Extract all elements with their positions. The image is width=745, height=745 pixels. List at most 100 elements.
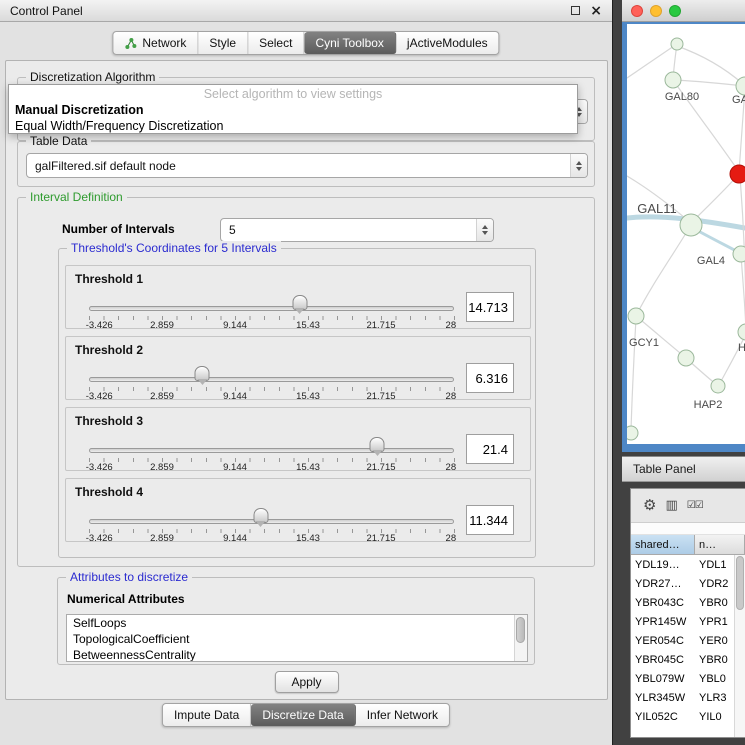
float-window-icon[interactable] bbox=[571, 6, 580, 15]
close-traffic-light-icon[interactable] bbox=[631, 5, 643, 17]
slider-thumb[interactable] bbox=[195, 366, 210, 385]
network-canvas[interactable]: GAL80GAGAL11GAL4GCY1HHAP2 bbox=[627, 24, 745, 444]
threshold-4-panel: Threshold 4 -3.4262.8599.14415.4321.7152… bbox=[65, 478, 531, 542]
tab-impute-data[interactable]: Impute Data bbox=[163, 704, 251, 726]
network-edge[interactable] bbox=[637, 225, 691, 314]
slider-scale-label: 21.715 bbox=[366, 462, 395, 473]
network-window-titlebar[interactable] bbox=[622, 0, 745, 22]
table-browser-window: ⚙ ▥ ☑☑ shared… n… YDL19…YDL1YDR27…YDR2YB… bbox=[630, 488, 745, 738]
number-of-intervals-label: Number of Intervals bbox=[62, 222, 175, 236]
threshold-value-field[interactable]: 21.4 bbox=[466, 434, 514, 464]
network-node[interactable] bbox=[733, 246, 745, 262]
table-row[interactable]: YLR345WYLR3 bbox=[631, 688, 745, 707]
table-scrollbar[interactable] bbox=[734, 555, 745, 737]
threshold-slider[interactable] bbox=[89, 304, 454, 314]
network-canvas-svg[interactable]: GAL80GAGAL11GAL4GCY1HHAP2 bbox=[627, 24, 745, 444]
gear-icon[interactable]: ⚙ bbox=[643, 498, 656, 513]
network-node[interactable] bbox=[627, 426, 638, 440]
threshold-label: Threshold 1 bbox=[75, 272, 143, 286]
tab-style[interactable]: Style bbox=[198, 32, 248, 54]
network-node-label: GAL4 bbox=[697, 255, 725, 267]
table-header-row: shared… n… bbox=[631, 535, 745, 555]
number-of-intervals-value: 5 bbox=[229, 223, 236, 237]
close-icon[interactable]: × bbox=[590, 4, 602, 18]
tab-label: jActiveModules bbox=[407, 36, 488, 50]
threshold-slider[interactable] bbox=[89, 517, 454, 527]
table-data-select[interactable]: galFiltered.sif default node bbox=[26, 153, 588, 178]
table-row[interactable]: YER054CYER0 bbox=[631, 631, 745, 650]
slider-track bbox=[89, 448, 454, 453]
table-row[interactable]: YBR043CYBR0 bbox=[631, 593, 745, 612]
zoom-traffic-light-icon[interactable] bbox=[669, 5, 681, 17]
network-edge[interactable] bbox=[673, 80, 745, 86]
network-edge[interactable] bbox=[631, 318, 636, 431]
apply-button[interactable]: Apply bbox=[274, 671, 338, 693]
slider-thumb[interactable] bbox=[253, 508, 268, 527]
attribute-list-item[interactable]: SelfLoops bbox=[67, 615, 527, 631]
attribute-list-item[interactable]: TopologicalCoefficient bbox=[67, 631, 527, 647]
network-node[interactable] bbox=[680, 214, 702, 236]
slider-thumb[interactable] bbox=[370, 437, 385, 456]
tab-discretize-data[interactable]: Discretize Data bbox=[251, 704, 355, 726]
network-node[interactable] bbox=[711, 379, 725, 393]
column-header-shared-name[interactable]: shared… bbox=[631, 535, 695, 555]
minimize-traffic-light-icon[interactable] bbox=[650, 5, 662, 17]
popup-option-manual-discretization[interactable]: Manual Discretization bbox=[9, 102, 577, 118]
table-cell: YLR345W bbox=[631, 688, 695, 707]
tab-select[interactable]: Select bbox=[248, 32, 304, 54]
numerical-attributes-list[interactable]: SelfLoopsTopologicalCoefficientBetweenne… bbox=[66, 614, 528, 662]
network-edge[interactable] bbox=[691, 174, 739, 223]
table-row[interactable]: YBL079WYBL0 bbox=[631, 669, 745, 688]
tab-jactivemodules[interactable]: jActiveModules bbox=[396, 32, 499, 54]
table-panel-header[interactable]: Table Panel bbox=[622, 456, 745, 482]
table-row[interactable]: YIL052CYIL0 bbox=[631, 707, 745, 726]
threshold-value-field[interactable]: 11.344 bbox=[466, 505, 514, 535]
threshold-label: Threshold 2 bbox=[75, 343, 143, 357]
slider-track bbox=[89, 377, 454, 382]
table-spacer bbox=[631, 523, 745, 535]
network-node[interactable] bbox=[671, 38, 683, 50]
network-node[interactable] bbox=[738, 324, 745, 340]
threshold-slider[interactable] bbox=[89, 446, 454, 456]
slider-scale-label: 15.43 bbox=[296, 533, 320, 544]
tab-cyni-toolbox[interactable]: Cyni Toolbox bbox=[304, 32, 395, 54]
network-edge[interactable] bbox=[677, 46, 743, 84]
combo-stepper-icon bbox=[476, 219, 493, 241]
slider-scale-label: 21.715 bbox=[366, 320, 395, 331]
checkboxes-icon[interactable]: ☑☑ bbox=[687, 501, 703, 511]
network-view-window: GAL80GAGAL11GAL4GCY1HHAP2 bbox=[622, 0, 745, 452]
columns-icon[interactable]: ▥ bbox=[665, 499, 677, 512]
table-cell: YBR043C bbox=[631, 593, 695, 612]
network-node[interactable] bbox=[678, 350, 694, 366]
attribute-list-item[interactable]: BetweennessCentrality bbox=[67, 647, 527, 662]
table-data-group: Table Data galFiltered.sif default node bbox=[17, 141, 595, 187]
control-panel-titlebar[interactable]: Control Panel × bbox=[0, 0, 612, 22]
scrollbar-thumb[interactable] bbox=[736, 556, 744, 610]
desktop: Control Panel × Network Style Select Cyn… bbox=[0, 0, 745, 745]
slider-scale-label: 15.43 bbox=[296, 391, 320, 402]
scrollbar-thumb[interactable] bbox=[516, 617, 525, 643]
network-node-label: GA bbox=[732, 94, 745, 106]
threshold-value-field[interactable]: 14.713 bbox=[466, 292, 514, 322]
network-node-selected-red[interactable] bbox=[730, 165, 745, 183]
list-scrollbar[interactable] bbox=[514, 615, 527, 661]
network-node[interactable] bbox=[665, 72, 681, 88]
threshold-coordinates-group-label: Threshold's Coordinates for 5 Intervals bbox=[67, 241, 281, 255]
table-row[interactable]: YBR045CYBR0 bbox=[631, 650, 745, 669]
tab-network[interactable]: Network bbox=[113, 32, 198, 54]
slider-thumb[interactable] bbox=[292, 295, 307, 314]
slider-scale-label: 2.859 bbox=[150, 320, 174, 331]
number-of-intervals-select[interactable]: 5 bbox=[220, 218, 494, 242]
table-row[interactable]: YDR27…YDR2 bbox=[631, 574, 745, 593]
network-icon bbox=[124, 37, 137, 50]
table-row[interactable]: YPR145WYPR1 bbox=[631, 612, 745, 631]
attributes-group-label: Attributes to discretize bbox=[66, 570, 192, 584]
column-header-name[interactable]: n… bbox=[695, 535, 745, 555]
network-node-label: GAL11 bbox=[637, 201, 677, 216]
threshold-value-field[interactable]: 6.316 bbox=[466, 363, 514, 393]
popup-option-equal-width-frequency[interactable]: Equal Width/Frequency Discretization bbox=[9, 118, 577, 134]
table-row[interactable]: YDL19…YDL1 bbox=[631, 555, 745, 574]
threshold-slider[interactable] bbox=[89, 375, 454, 385]
tab-infer-network[interactable]: Infer Network bbox=[356, 704, 449, 726]
network-node[interactable] bbox=[628, 308, 644, 324]
